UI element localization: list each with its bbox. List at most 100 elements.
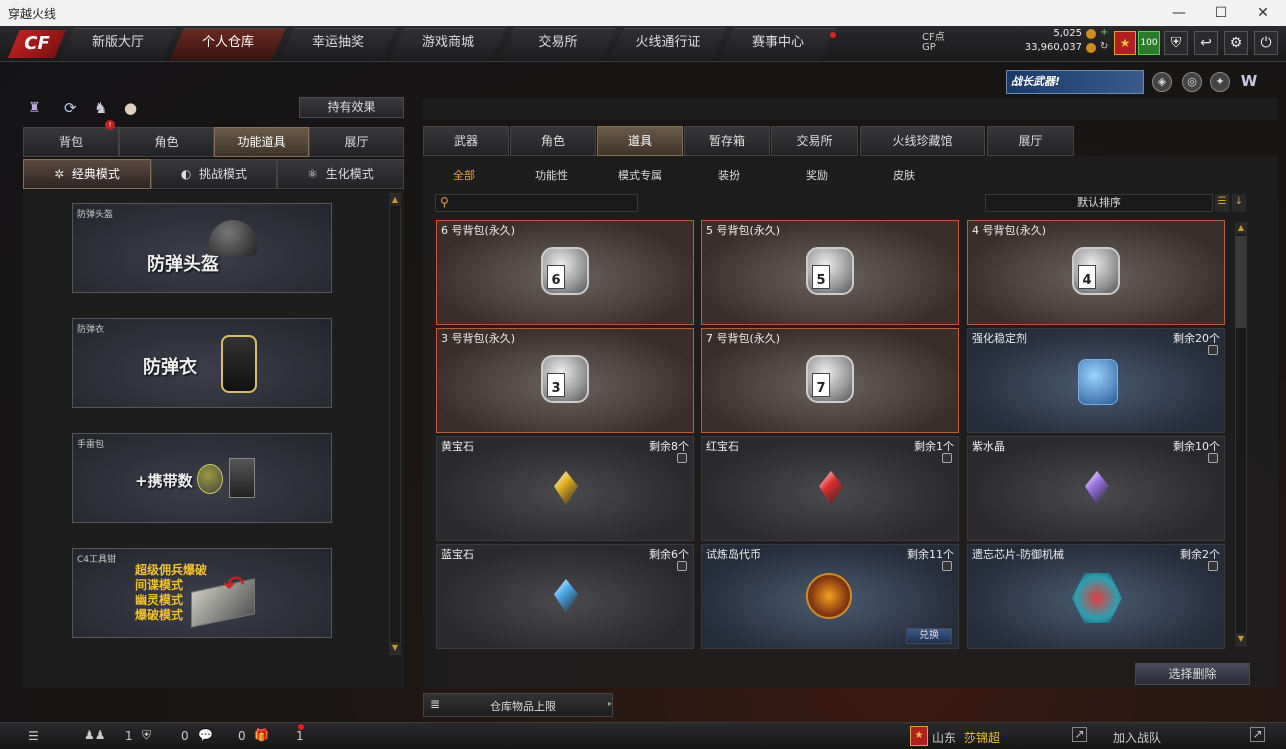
badge-target-icon[interactable]: ◎ (1182, 72, 1202, 92)
nav-tab-pass[interactable]: 火线通行证 (610, 28, 726, 60)
lock-icon[interactable] (1208, 561, 1218, 571)
join-team-link[interactable]: 加入战队 (1113, 729, 1161, 746)
nav-tab-exchange[interactable]: 交易所 (500, 28, 616, 60)
delete-selected-button[interactable]: 选择删除 (1135, 663, 1250, 685)
minimize-icon[interactable]: — (1158, 0, 1200, 26)
card-caption: C4工具钳 (77, 555, 117, 565)
friends-icon[interactable]: ♟♟ (84, 728, 106, 742)
item-name: 6 号背包(永久) (441, 224, 516, 237)
character-icon[interactable]: ♞ (94, 99, 107, 117)
right-tab-exchange[interactable]: 交易所 (771, 126, 858, 156)
subtab-rewards[interactable]: 奖励 (806, 167, 828, 183)
item-card[interactable]: 黄宝石 剩余8个 (436, 436, 694, 541)
badge-shield-icon[interactable]: ◈ (1152, 72, 1172, 92)
item-card[interactable]: 7 号背包(永久) 7 (701, 328, 959, 433)
item-card[interactable]: 强化稳定剂 剩余20个 (967, 328, 1225, 433)
open-team-icon[interactable]: ↗ (1250, 727, 1265, 742)
item-card[interactable]: 遗忘芯片-防御机械 剩余2个 (967, 544, 1225, 649)
lock-icon[interactable] (677, 453, 687, 463)
right-tab-weapons[interactable]: 武器 (423, 126, 509, 156)
item-card[interactable]: 3 号背包(永久) 3 (436, 328, 694, 433)
list-view-icon[interactable]: ☰ (1215, 194, 1229, 212)
return-icon[interactable]: ↩ (1194, 31, 1218, 55)
lock-icon[interactable] (942, 453, 952, 463)
player-name[interactable]: 莎锦超 (964, 729, 1000, 746)
item-card[interactable]: 红宝石 剩余1个 (701, 436, 959, 541)
left-tab-showroom[interactable]: 展厅 (309, 127, 404, 157)
cf-logo[interactable]: CF (8, 30, 66, 58)
lock-icon[interactable] (677, 561, 687, 571)
chat-icon[interactable]: 💬 (198, 728, 213, 742)
sort-dropdown[interactable]: 默认排序 (985, 194, 1213, 212)
scroll-up-icon[interactable]: ▲ (389, 194, 401, 206)
player-rank-icon: ★ (910, 726, 928, 746)
exchange-button[interactable]: 兑换 (906, 628, 952, 644)
level-badge[interactable]: 100 (1138, 31, 1160, 55)
mode-zombie[interactable]: ⚛ 生化模式 (277, 159, 404, 189)
shield-icon[interactable]: ⛨ (1164, 31, 1188, 55)
lock-icon[interactable] (1208, 345, 1218, 355)
settings-icon[interactable]: ⚙ (1224, 31, 1248, 55)
mode-challenge[interactable]: ◐ 挑战模式 (151, 159, 277, 189)
clan-icon[interactable]: ⛨ (142, 728, 151, 743)
power-icon[interactable]: ⏻ (1254, 31, 1278, 55)
subtab-skins[interactable]: 皮肤 (893, 167, 915, 183)
left-scrollbar[interactable] (389, 193, 401, 655)
nav-tab-lottery[interactable]: 幸运抽奖 (280, 28, 396, 60)
sort-order-icon[interactable]: ↓ (1232, 194, 1246, 212)
lock-icon[interactable] (1208, 453, 1218, 463)
card-vest[interactable]: 防弹衣 防弹衣 (72, 318, 332, 408)
gift-icon[interactable]: 🎁 (254, 728, 269, 742)
right-tab-showroom[interactable]: 展厅 (987, 126, 1074, 156)
replay-icon[interactable]: ⟳ (64, 99, 77, 117)
close-icon[interactable]: ✕ (1242, 0, 1284, 26)
item-card[interactable]: 5 号背包(永久) 5 (701, 220, 959, 325)
left-tab-function-items[interactable]: 功能道具 (214, 127, 309, 157)
rank-icon[interactable]: ★ (1114, 31, 1136, 55)
item-card[interactable]: 紫水晶 剩余10个 (967, 436, 1225, 541)
right-tab-items[interactable]: 道具 (597, 126, 683, 156)
maximize-icon[interactable]: ☐ (1200, 0, 1242, 26)
scroll-down-icon[interactable]: ▼ (389, 642, 401, 654)
nav-tab-lobby[interactable]: 新版大厅 (60, 28, 176, 60)
storage-limit-bar[interactable]: ≣ 仓库物品上限 ▸ (423, 693, 613, 717)
badge-wolf-icon[interactable]: ✦ (1210, 72, 1230, 92)
item-card[interactable]: 4 号背包(永久) 4 (967, 220, 1225, 325)
right-tab-collection[interactable]: 火线珍藏馆 (860, 126, 985, 156)
cf-coin-icon (1086, 29, 1096, 39)
item-remaining: 剩余10个 (1173, 440, 1220, 453)
menu-icon[interactable]: ☰ (28, 729, 39, 743)
effects-button[interactable]: 持有效果 (299, 97, 404, 118)
card-helmet[interactable]: 防弹头盔 防弹头盔 (72, 203, 332, 293)
scroll-thumb[interactable] (1236, 236, 1246, 328)
subtab-functional[interactable]: 功能性 (535, 167, 568, 183)
items-scroll-up-icon[interactable]: ▲ (1235, 222, 1247, 234)
search-input[interactable] (456, 196, 634, 210)
right-tab-character[interactable]: 角色 (510, 126, 596, 156)
mode-classic[interactable]: ✲ 经典模式 (23, 159, 151, 189)
item-card[interactable]: 6 号背包(永久) 6 (436, 220, 694, 325)
nav-tab-warehouse[interactable]: 个人仓库 (170, 28, 286, 60)
grenade-icon[interactable]: ● (124, 99, 137, 117)
search-box[interactable]: ⚲ (435, 194, 638, 212)
right-tab-temp-box[interactable]: 暂存箱 (684, 126, 770, 156)
item-card[interactable]: 试炼岛代币 剩余11个 兑换 (701, 544, 959, 649)
subtab-mode-exclusive[interactable]: 模式专属 (618, 167, 662, 183)
item-card[interactable]: 蓝宝石 剩余6个 (436, 544, 694, 649)
open-profile-icon[interactable]: ↗ (1072, 727, 1087, 742)
lock-icon[interactable] (942, 561, 952, 571)
ranking-icon[interactable]: ♜ (28, 100, 41, 116)
left-tab-backpack[interactable]: 背包 (23, 127, 119, 157)
subtab-dress-up[interactable]: 装扮 (718, 167, 740, 183)
left-tab-character[interactable]: 角色 (119, 127, 214, 157)
card-c4-pliers[interactable]: C4工具钳 超级佣兵爆破 间谍模式 幽灵模式 爆破模式 ↶ (72, 548, 332, 638)
nav-tab-events[interactable]: 赛事中心 (720, 28, 836, 60)
promo-banner[interactable]: 战长武器! (1006, 70, 1144, 94)
items-scroll-down-icon[interactable]: ▼ (1235, 633, 1247, 645)
card-grenade-pack[interactable]: 手雷包 +携带数 (72, 433, 332, 523)
add-cf-icon[interactable]: + (1100, 27, 1108, 38)
refresh-icon[interactable]: ↻ (1100, 41, 1108, 52)
nav-tab-shop[interactable]: 游戏商城 (390, 28, 506, 60)
subtab-all[interactable]: 全部 (453, 167, 475, 183)
badge-v-icon[interactable]: W (1238, 72, 1260, 92)
